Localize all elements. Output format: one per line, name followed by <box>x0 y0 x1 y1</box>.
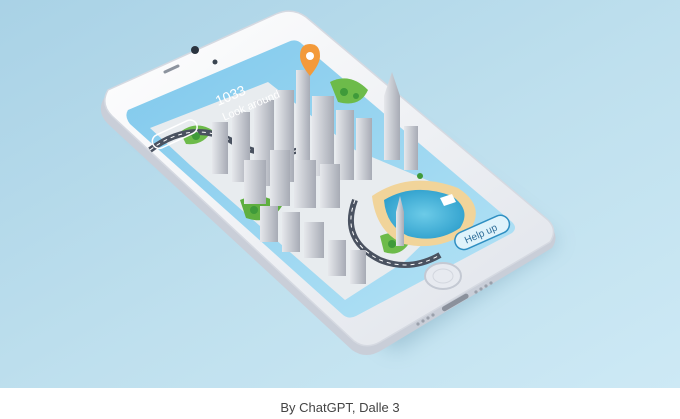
figure: 1033 Look around Help up By ChatGPT, Dal… <box>0 0 680 419</box>
image-caption: By ChatGPT, Dalle 3 <box>280 400 400 415</box>
phone-illustration: 1033 Look around Help up <box>0 0 680 388</box>
camera-icon <box>191 46 199 54</box>
home-button-icon <box>424 262 462 290</box>
sensor-dot <box>212 59 218 65</box>
